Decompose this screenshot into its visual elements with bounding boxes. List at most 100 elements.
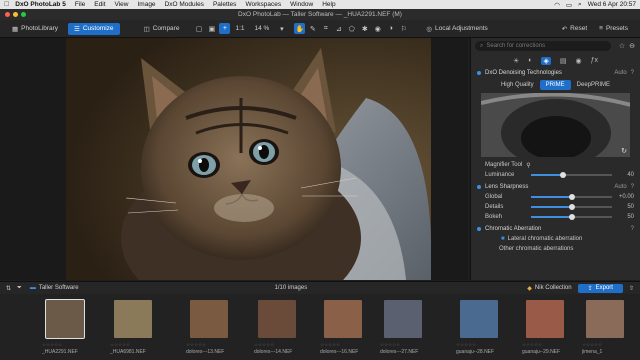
effects-tab-icon[interactable]: ƒx [591,57,598,65]
reset-button[interactable]: ↶ Reset [556,23,593,35]
rating-stars[interactable]: ☆☆☆☆☆ [380,342,400,348]
other-ca-row[interactable]: Other chromatic aberrations [471,244,640,254]
redeye-icon[interactable]: ◉ [372,23,383,34]
menu-view[interactable]: View [115,1,129,8]
minimize-window-icon[interactable] [13,12,18,17]
rating-stars[interactable]: ☆☆☆☆☆ [110,342,130,348]
denoise-mode[interactable]: Auto [614,70,626,76]
rating-stars[interactable]: ☆☆☆☆☆ [186,342,206,348]
menu-dxo-modules[interactable]: DxO Modules [165,1,204,8]
nik-collection-button[interactable]: ◆ Nik Collection [527,285,571,292]
local-tab-icon[interactable]: ◉ [576,57,582,65]
thumbnail-image[interactable] [460,300,498,338]
details-value[interactable]: 50 [618,204,634,210]
flag-icon[interactable]: ⚐ [398,23,409,34]
apple-menu-icon[interactable]:  [4,1,9,8]
enable-dot-icon[interactable] [477,71,481,75]
white-balance-icon[interactable]: ✎ [307,23,318,34]
filmstrip-thumbnail[interactable]: ☆☆☆☆☆ guanaju--29.NEF [522,298,582,356]
luminance-knob[interactable] [560,172,567,178]
geometry-tab-icon[interactable]: ▤ [560,57,567,65]
luminance-slider[interactable] [531,172,612,178]
rating-stars[interactable]: ☆☆☆☆☆ [456,342,476,348]
rating-stars[interactable]: ☆☆☆☆☆ [42,342,62,348]
help-icon[interactable]: ? [631,184,634,190]
filmstrip-thumbnail[interactable]: ☆☆☆☆☆ dolores---13.NEF [186,298,246,356]
luminance-value[interactable]: 40 [618,172,634,178]
tab-customize[interactable]: ☰ Customize [68,22,120,35]
thumbnail-image[interactable] [45,299,85,339]
lateral-ca-row[interactable]: ■ Lateral chromatic aberration [471,234,640,244]
bokeh-value[interactable]: 50 [618,214,634,220]
light-tab-icon[interactable]: ☀ [513,57,519,65]
zoom-level[interactable]: 14 % [255,25,270,32]
menu-workspaces[interactable]: Workspaces [245,1,281,8]
tab-photolibrary[interactable]: ▦ PhotoLibrary [6,23,64,35]
thumbnail-image[interactable] [190,300,228,338]
compare-button[interactable]: ◫ Compare [138,23,186,35]
option-deepprime[interactable]: DeepPRIME [571,80,616,90]
rating-stars[interactable]: ☆☆☆☆☆ [320,342,340,348]
menu-help[interactable]: Help [322,1,335,8]
close-window-icon[interactable] [5,12,10,17]
rating-stars[interactable]: ☆☆☆☆☆ [522,342,542,348]
mask-icon[interactable]: ◑ [385,23,396,34]
thumbnail-image[interactable] [384,300,422,338]
help-icon[interactable]: ? [631,226,634,232]
rating-stars[interactable]: ☆☆☆☆☆ [254,342,274,348]
menu-edit[interactable]: Edit [94,1,105,8]
filmstrip-thumbnail[interactable]: ☆☆☆☆☆ _HUA2291.NEF [42,298,102,356]
denoise-preview[interactable]: ↻ [481,93,630,157]
filmstrip-thumbnail[interactable]: ☆☆☆☆☆ _HUA6981.NEF [110,298,170,356]
presets-button[interactable]: ≡ Presets [593,23,634,34]
chromatic-header[interactable]: Chromatic Aberration ? [471,224,640,234]
menu-palettes[interactable]: Palettes [213,1,237,8]
thumbnail-image[interactable] [258,300,296,338]
filmstrip-thumbnail[interactable]: ☆☆☆☆☆ guanaju--28.NEF [456,298,516,356]
magnifier-row[interactable]: Magnifier Tool ⚲ [471,160,640,170]
lens-sharpness-header[interactable]: Lens Sharpness Auto? [471,182,640,192]
global-knob[interactable] [568,194,575,200]
sort-icon[interactable]: ⇅ [6,285,11,292]
enable-dot-icon[interactable] [477,227,481,231]
detail-tab-icon[interactable]: ◈ [541,57,551,65]
option-prime[interactable]: PRIME [539,80,571,90]
perspective-icon[interactable]: ⬠ [346,23,357,34]
option-high-quality[interactable]: High Quality [495,80,540,90]
thumbnail-image[interactable] [114,300,152,338]
help-icon[interactable]: ? [631,70,634,76]
menu-image[interactable]: Image [137,1,155,8]
zoom-ratio[interactable]: 1:1 [235,25,244,32]
thumbnail-image[interactable] [526,300,564,338]
maximize-window-icon[interactable] [21,12,26,17]
filmstrip-thumbnail[interactable]: ☆☆☆☆☆ dolores---27.NEF [380,298,440,356]
bokeh-knob[interactable] [568,214,575,220]
bokeh-slider[interactable] [531,214,612,220]
refresh-icon[interactable]: ↻ [621,147,627,155]
menu-app[interactable]: DxO PhotoLab 5 [15,1,66,8]
hand-tool-icon[interactable]: ✋ [294,23,306,34]
filmstrip-thumbnail[interactable]: ☆☆☆☆☆ dolores---16.NEF [320,298,380,356]
details-slider[interactable] [531,204,612,210]
menubar-clock[interactable]: Wed 6 Apr 20:57 [588,1,636,8]
fit-icon[interactable]: ▢ [193,23,204,34]
chevron-down-icon[interactable]: ▾ [276,23,287,34]
enable-dot-icon[interactable] [477,185,481,189]
filmstrip-thumbnail[interactable]: ☆☆☆☆☆ dolores---14.NEF [254,298,314,356]
magnifier-icon[interactable]: ⚲ [526,162,530,169]
menu-file[interactable]: File [75,1,85,8]
repair-icon[interactable]: ✱ [359,23,370,34]
search-icon[interactable]: ⌕ [578,1,582,9]
thumbnail-image[interactable] [586,300,624,338]
image-viewer[interactable] [0,38,468,280]
horizon-icon[interactable]: ⊿ [333,23,344,34]
global-slider[interactable] [531,194,612,200]
star-icon[interactable]: ☆ [619,42,625,50]
battery-icon[interactable]: ▭ [566,1,572,9]
lens-mode[interactable]: Auto [614,184,626,190]
local-adjustments-button[interactable]: ◎ Local Adjustments [420,23,493,35]
details-knob[interactable] [568,204,575,210]
filmstrip-thumbnail[interactable]: ☆☆☆☆☆ jimena_1 [582,298,640,356]
zoom-mode-icon[interactable]: + [219,23,231,34]
share-icon[interactable]: ⇧ [629,285,634,292]
